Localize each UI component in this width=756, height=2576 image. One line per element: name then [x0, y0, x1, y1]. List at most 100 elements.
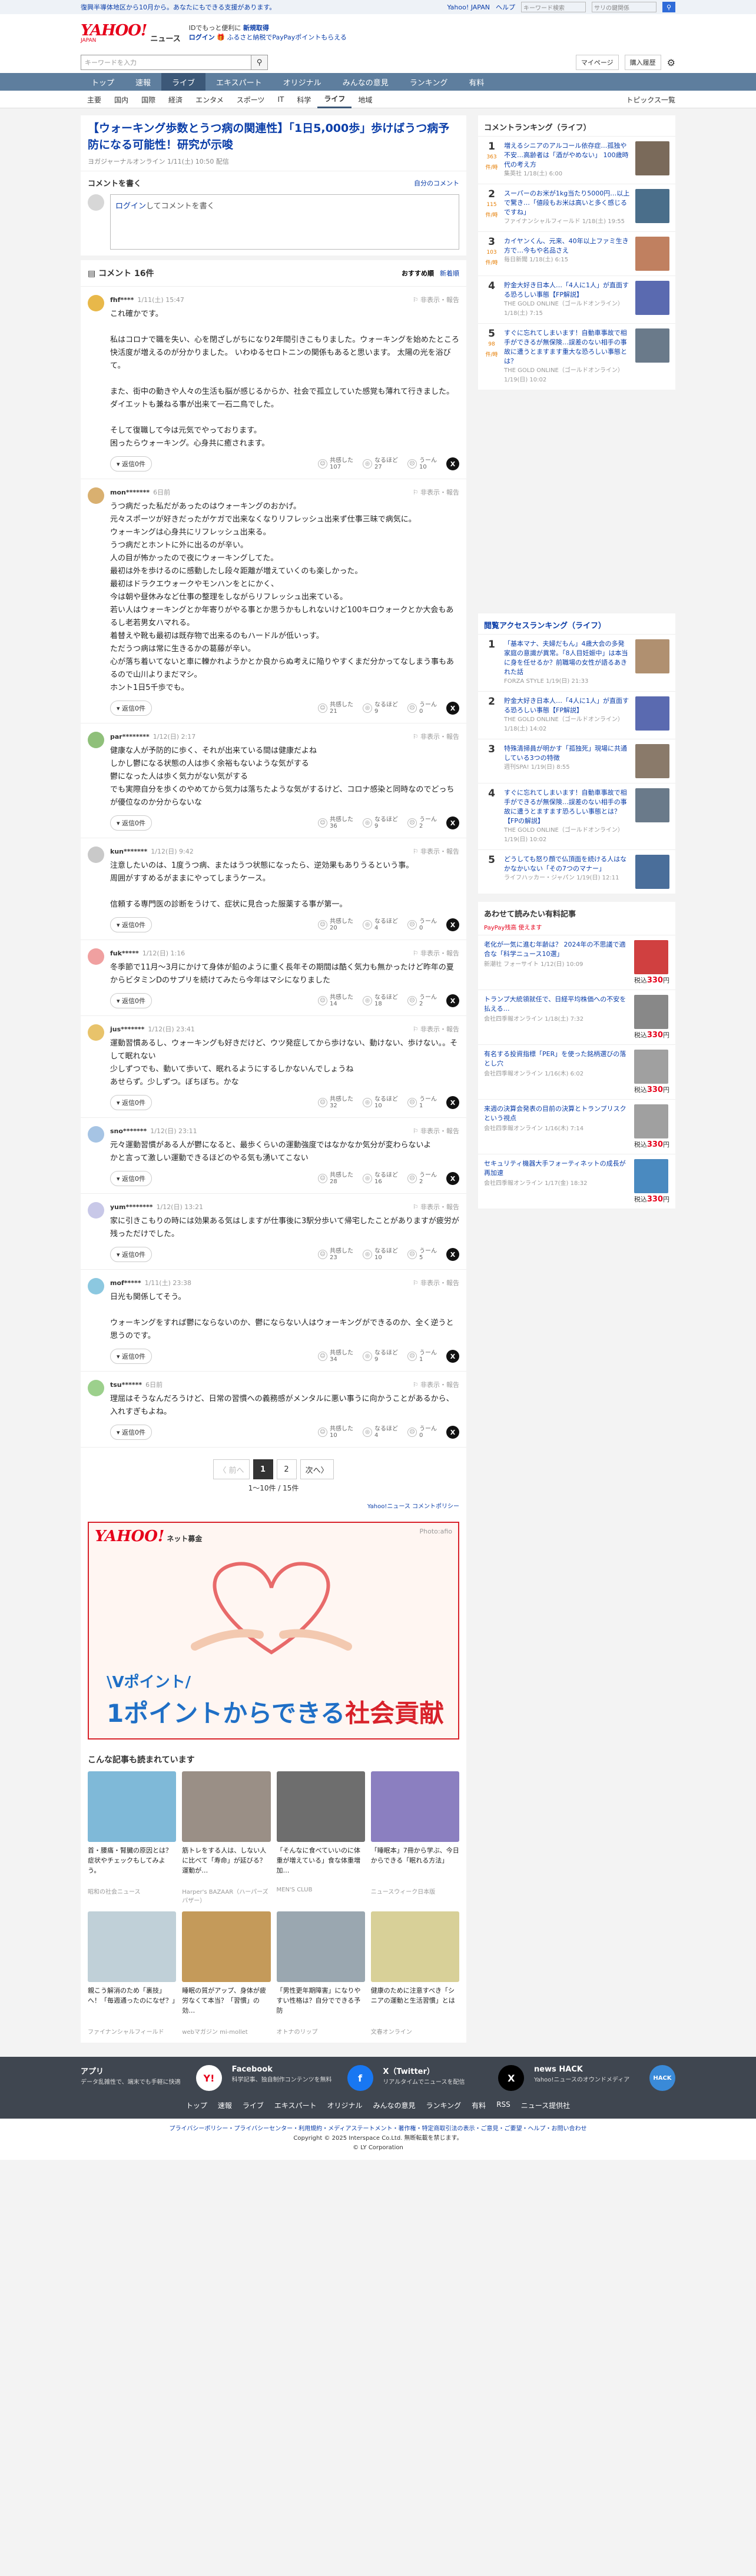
- article-title[interactable]: 【ウォーキング歩数とうつ病の関連性】「1日5,000歩」歩けばうつ病予防になる可…: [88, 120, 459, 153]
- snav-item[interactable]: ライフ: [317, 91, 352, 108]
- reaction-agree[interactable]: ☺ 共感した 32: [318, 1096, 353, 1109]
- report-link[interactable]: ⚐ 非表示・報告: [413, 1380, 459, 1389]
- ranking-title[interactable]: 特殊清掃員が明かす「孤独死」現場に共通している3つの特徴: [504, 744, 631, 763]
- gear-icon[interactable]: ⚙: [667, 57, 675, 68]
- recommended-card[interactable]: 「そんなに食べていいのに体重が増えている」食な体重増加… MEN'S CLUB: [276, 1771, 365, 1904]
- reaction-hmm[interactable]: ◎ なるほど 9: [363, 1350, 398, 1363]
- report-link[interactable]: ⚐ 非表示・報告: [413, 1024, 459, 1034]
- topics-list-link[interactable]: トピックス一覧: [626, 91, 675, 108]
- gnav-item[interactable]: オリジナル: [273, 73, 332, 91]
- reaction-hmm[interactable]: ◎ なるほど 18: [363, 994, 398, 1007]
- snav-item[interactable]: 国内: [108, 91, 135, 108]
- ranking-item[interactable]: 5 どうしても怒り顔で仏頂面を続ける人はなかなかいない「その7つのマナー」 ライフハ…: [478, 849, 675, 894]
- reaction-agree[interactable]: ☺ 共感した 107: [318, 457, 353, 470]
- footer-nav-item[interactable]: ライブ: [243, 2100, 264, 2110]
- search-button[interactable]: ⚲: [251, 55, 268, 70]
- report-link[interactable]: ⚐ 非表示・報告: [413, 732, 459, 741]
- footer-nav-item[interactable]: RSS: [496, 2100, 510, 2110]
- snav-item[interactable]: 科学: [290, 91, 317, 108]
- x-share-icon[interactable]: X: [446, 457, 459, 470]
- yahoo-japan-link[interactable]: Yahoo! JAPAN: [447, 4, 490, 11]
- recommended-card[interactable]: 「男性更年期障害」になりやすい性格は？自分でできる予防 オトナのリップ: [276, 1911, 365, 2036]
- comment-user[interactable]: fuk*****: [110, 950, 139, 957]
- legal-links[interactable]: プライバシーポリシー・プライバシーセンター・利用規約・メディアステートメント・著…: [170, 2126, 587, 2132]
- article-title[interactable]: 首・腰痛・腎臓の原因とは？症状やチェックもしてみよう。: [88, 1845, 176, 1885]
- ranking-item[interactable]: 2 貯金大好き日本人…「4人に1人」が直面する恐ろしい事態【FP解説】 THE GO…: [478, 691, 675, 739]
- reaction-nope[interactable]: ☹ うーん 1: [407, 1350, 437, 1363]
- snav-item[interactable]: スポーツ: [230, 91, 271, 108]
- ranking-item[interactable]: 3 103 件/時 カイヤンくん、元来、40年以上ファミ生き方で…今もや名品さえ 毎日新…: [478, 231, 675, 275]
- snav-item[interactable]: 地域: [352, 91, 379, 108]
- report-link[interactable]: ⚐ 非表示・報告: [413, 1278, 459, 1287]
- reply-button[interactable]: ▾ 返信0件: [110, 1095, 152, 1110]
- x-share-icon[interactable]: X: [446, 1350, 459, 1363]
- reaction-hmm[interactable]: ◎ なるほど 16: [363, 1172, 398, 1185]
- search-icon[interactable]: ⚲: [662, 2, 675, 12]
- reaction-hmm[interactable]: ◎ なるほど 4: [363, 918, 398, 931]
- reaction-nope[interactable]: ☹ うーん 2: [407, 1172, 437, 1185]
- comment-user[interactable]: par********: [110, 733, 150, 741]
- login-link[interactable]: ログイン: [189, 34, 215, 41]
- reaction-nope[interactable]: ☹ うーん 2: [407, 994, 437, 1007]
- snav-item[interactable]: 主要: [81, 91, 108, 108]
- reply-button[interactable]: ▾ 返信0件: [110, 1247, 152, 1262]
- footer-nav-item[interactable]: エキスパート: [274, 2100, 317, 2110]
- register-link[interactable]: 新規取得: [243, 24, 269, 32]
- footer-nav-item[interactable]: ランキング: [426, 2100, 462, 2110]
- ranking-item[interactable]: 4 すぐに忘れてしまいます！自動車事故で相手ができるが無保険…誤差のない相手の事故…: [478, 783, 675, 849]
- paid-title[interactable]: 有名する投資指標「PER」を使った銘柄選びの落とし穴: [484, 1050, 629, 1068]
- report-link[interactable]: ⚐ 非表示・報告: [413, 1126, 459, 1136]
- paid-article[interactable]: トランプ大統領就任で、日経平均株価への不安を払える… 会社四季報オンライン 1/1…: [478, 990, 675, 1044]
- comment-user[interactable]: jus*******: [110, 1025, 144, 1033]
- reaction-nope[interactable]: ☹ うーん 10: [407, 457, 437, 470]
- keyword-input[interactable]: キーワードを入力: [81, 55, 251, 70]
- login-link[interactable]: ログイン: [115, 202, 146, 211]
- footer-app[interactable]: X（Twitter） リアルタイムでニュースを配信 X: [383, 2065, 525, 2091]
- gnav-item[interactable]: エキスパート: [205, 73, 273, 91]
- reaction-agree[interactable]: ☺ 共感した 14: [318, 994, 353, 1007]
- ranking-title[interactable]: 貯金大好き日本人…「4人に1人」が直面する恐ろしい事態【FP解説】: [504, 281, 631, 300]
- comment-user[interactable]: tsu******: [110, 1381, 142, 1389]
- ranking-item[interactable]: 1 「基本マナ、夫婦だもん」4歳大会の多発家庭の意識が異常。「8人目妊娠中」は本当…: [478, 634, 675, 691]
- ranking-item[interactable]: 5 98 件/時 すぐに忘れてしまいます！自動車事故で相手ができるが無保険…誤差のない…: [478, 323, 675, 390]
- reaction-hmm[interactable]: ◎ なるほど 10: [363, 1096, 398, 1109]
- paid-article[interactable]: 老化が一気に進む年齢は？ 2024年の不思議で適合な「科学ニュース10選」 新潮社…: [478, 935, 675, 990]
- reaction-agree[interactable]: ☺ 共感した 28: [318, 1172, 353, 1185]
- ranking-item[interactable]: 2 115 件/時 スーパーのお米が1kg当たり5000円…以上で驚き…「値段もお米は…: [478, 184, 675, 231]
- comment-user[interactable]: kun*******: [110, 848, 147, 855]
- ranking-title[interactable]: 貯金大好き日本人…「4人に1人」が直面する恐ろしい事態【FP解説】: [504, 696, 631, 715]
- reaction-agree[interactable]: ☺ 共感した 20: [318, 918, 353, 931]
- x-share-icon[interactable]: X: [446, 918, 459, 931]
- reaction-agree[interactable]: ☺ 共感した 34: [318, 1350, 353, 1363]
- snav-item[interactable]: 国際: [135, 91, 162, 108]
- gnav-item[interactable]: 有料: [458, 73, 495, 91]
- paid-title[interactable]: 老化が一気に進む年齢は？ 2024年の不思議で適合な「科学ニュース10選」: [484, 940, 629, 959]
- ranking-title[interactable]: 増えるシニアのアルコール依存症…孤独や不安…高齢者は「酒がやめない」 100歳時…: [504, 141, 631, 170]
- gnav-item[interactable]: 速報: [125, 73, 161, 91]
- article-title[interactable]: 「睡眠本」7冊から学ぶ、今日からできる「眠れる方法」: [371, 1845, 459, 1885]
- paid-title[interactable]: セキュリティ機器大手フォーティネットの成長が再加速: [484, 1159, 629, 1178]
- reaction-agree[interactable]: ☺ 共感した 36: [318, 816, 353, 829]
- paid-article[interactable]: セキュリティ機器大手フォーティネットの成長が再加速 会社四季報オンライン 1/17…: [478, 1154, 675, 1209]
- comment-input[interactable]: ログインしてコメントを書く: [110, 194, 459, 250]
- footer-app[interactable]: news HACK Yahoo!ニュースのオウンドメディア HACK: [534, 2065, 675, 2091]
- footer-app[interactable]: Facebook 科学記事、独自制作コンテンツを無料 f: [232, 2065, 373, 2091]
- reaction-nope[interactable]: ☹ うーん 0: [407, 918, 437, 931]
- report-link[interactable]: ⚐ 非表示・報告: [413, 948, 459, 958]
- promo-line2[interactable]: ふるさと納税でPayPayポイントもらえる: [227, 34, 346, 41]
- recommended-card[interactable]: 筋トレをする人は、しない人に比べて「寿命」が延びる？運動が… Harper's B…: [182, 1771, 271, 1904]
- gnav-item[interactable]: トップ: [81, 73, 125, 91]
- yahoo-news-logo[interactable]: YAHOO! JAPAN ニュース: [81, 23, 181, 44]
- reaction-agree[interactable]: ☺ 共感した 10: [318, 1426, 353, 1439]
- recommended-card[interactable]: 首・腰痛・腎臓の原因とは？症状やチェックもしてみよう。 昭和の社会ニュース: [88, 1771, 177, 1904]
- ranking-title[interactable]: どうしても怒り顔で仏頂面を続ける人はなかなかいない「その7つのマナー」: [504, 855, 631, 874]
- ranking-title[interactable]: スーパーのお米が1kg当たり5000円…以上で驚き…「値段もお米は高いと多く感じ…: [504, 189, 631, 217]
- report-link[interactable]: ⚐ 非表示・報告: [413, 847, 459, 856]
- article-title[interactable]: 「そんなに食べていいのに体重が増えている」食な体重増加…: [277, 1845, 365, 1885]
- gnav-item[interactable]: ランキング: [399, 73, 459, 91]
- article-source[interactable]: ヨガジャーナルオンライン: [88, 158, 165, 165]
- x-share-icon[interactable]: X: [446, 1096, 459, 1109]
- snav-item[interactable]: IT: [271, 91, 290, 108]
- snav-item[interactable]: エンタメ: [189, 91, 230, 108]
- footer-nav-item[interactable]: 有料: [472, 2100, 486, 2110]
